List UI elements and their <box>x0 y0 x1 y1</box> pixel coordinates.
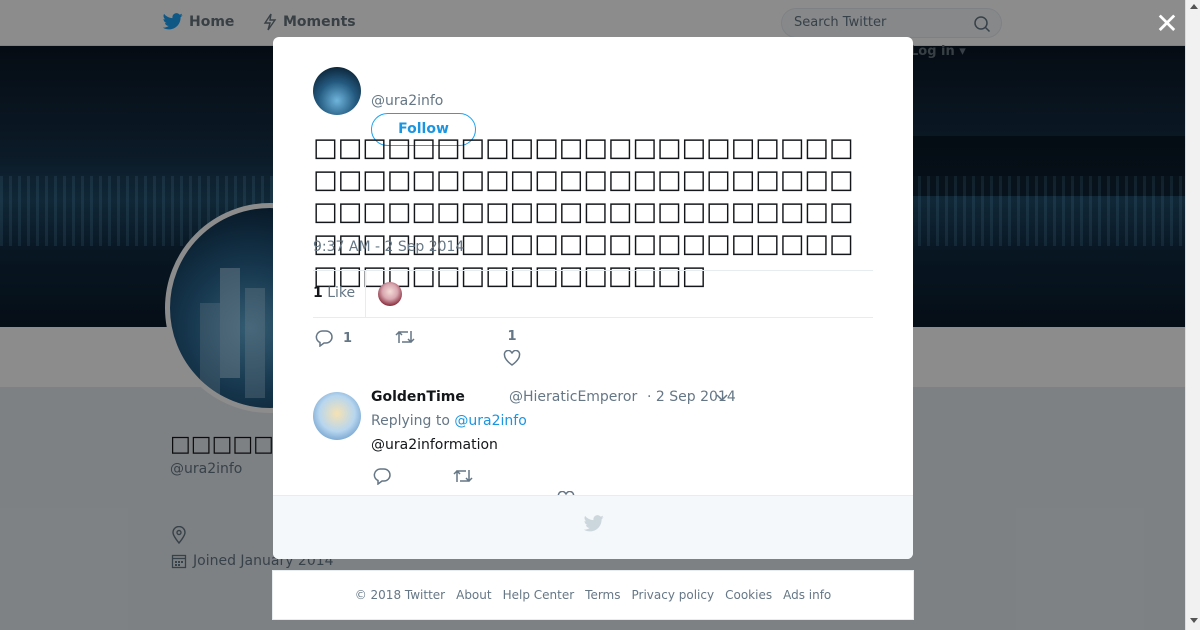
chevron-down-icon[interactable] <box>715 390 729 404</box>
footer-link-help-center[interactable]: Help Center <box>503 588 575 602</box>
footer-link-privacy[interactable]: Privacy policy <box>632 588 715 602</box>
tweet-actions: 1 1 <box>313 329 873 369</box>
like-count: 1 <box>313 285 323 301</box>
retweet-icon <box>395 330 415 344</box>
close-icon[interactable]: ✕ <box>1154 10 1180 38</box>
retweet-icon[interactable] <box>453 468 473 484</box>
reply-text: @ura2information <box>371 437 498 453</box>
scrollbar[interactable] <box>1185 0 1200 630</box>
like-button[interactable]: 1 <box>503 329 521 366</box>
reply-author-handle[interactable]: @HieraticEmperor <box>509 389 637 405</box>
replying-to-link[interactable]: @ura2info <box>454 413 526 429</box>
replying-to: Replying to @ura2info <box>371 413 527 429</box>
reply-icon[interactable] <box>373 467 391 485</box>
heart-icon <box>503 350 521 366</box>
tweet-stats: 1 Like <box>313 270 873 318</box>
footer-copyright: © 2018 Twitter <box>354 588 446 602</box>
stats-divider <box>365 271 366 318</box>
retweet-button[interactable] <box>395 329 415 345</box>
twitter-bird-icon <box>584 515 604 532</box>
tweet-timestamp[interactable]: 9:37 AM - 2 Sep 2014 <box>313 239 464 255</box>
reply-icon <box>315 330 333 347</box>
like-stat[interactable]: 1 Like <box>313 285 355 301</box>
scroll-up-arrow[interactable] <box>1190 4 1198 9</box>
liker-avatar[interactable] <box>378 282 402 306</box>
reply-count: 1 <box>343 330 353 346</box>
reply-author-avatar[interactable] <box>313 392 361 440</box>
tweet-modal: @ura2info Follow □□□□□□□□□□□□□□□□□□□□□□□… <box>273 37 913 559</box>
footer-link-terms[interactable]: Terms <box>585 588 620 602</box>
tweet-author-avatar[interactable] <box>313 67 361 115</box>
site-footer: © 2018 Twitter About Help Center Terms P… <box>272 570 914 620</box>
action-like-count: 1 <box>507 329 517 344</box>
reply-button[interactable]: 1 <box>315 329 352 347</box>
like-label: Like <box>327 285 356 301</box>
tweet-text: □□□□□□□□□□□□□□□□□□□□□□□□□□□□□□□□□□□□□□□□… <box>313 133 854 291</box>
footer-link-ads-info[interactable]: Ads info <box>783 588 831 602</box>
reply-author-name[interactable]: GoldenTime <box>371 389 465 405</box>
scroll-down-arrow[interactable] <box>1190 618 1198 623</box>
tweet-author-handle[interactable]: @ura2info <box>371 93 443 109</box>
replying-prefix: Replying to <box>371 413 450 429</box>
footer-link-about[interactable]: About <box>456 588 491 602</box>
modal-footer <box>273 495 913 559</box>
footer-link-cookies[interactable]: Cookies <box>725 588 772 602</box>
